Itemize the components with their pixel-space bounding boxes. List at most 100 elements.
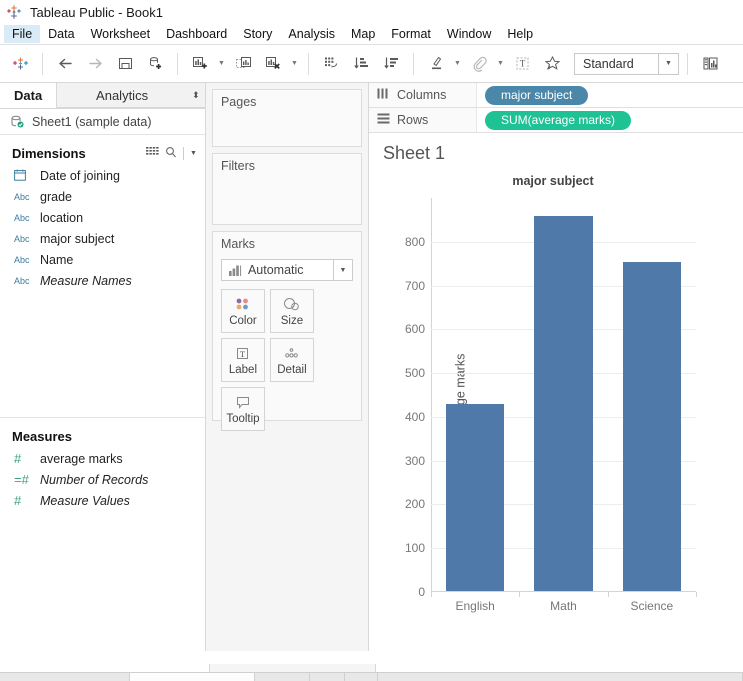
visualization-area[interactable]: Sheet 1 major subject average marks 0100… [369,133,743,651]
bar-mark-icon [222,265,248,276]
field-row-measure-values[interactable]: # Measure Values [0,490,205,511]
field-label: Date of joining [40,169,120,183]
menu-file[interactable]: File [4,25,40,43]
label-icon: T [235,344,250,362]
columns-shelf-content[interactable]: major subject [477,83,743,107]
marks-detail-label: Detail [277,364,306,376]
marks-card: Marks Automatic ▼ [212,231,362,421]
y-tick-label: 700 [405,279,425,293]
menu-data[interactable]: Data [40,25,82,43]
field-row-measure-names[interactable]: Abc Measure Names [0,270,205,291]
field-label: location [40,211,83,225]
window-title: Tableau Public - Book1 [30,5,163,20]
y-tick-label: 200 [405,497,425,511]
menu-story[interactable]: Story [235,25,280,43]
bar-science[interactable] [623,262,681,591]
columns-icon [377,88,390,102]
marks-tooltip-button[interactable]: Tooltip [221,387,265,431]
x-axis-line [431,591,696,592]
field-row-average-marks[interactable]: # average marks [0,448,205,469]
show-me-icon[interactable] [696,50,724,78]
rows-shelf[interactable]: Rows SUM(average marks) [369,108,743,133]
menu-window[interactable]: Window [439,25,499,43]
field-row-grade[interactable]: Abc grade [0,186,205,207]
pill-sum-average-marks[interactable]: SUM(average marks) [485,111,631,130]
cards-column: Pages Filters Marks Automatic ▼ [206,83,369,651]
field-row-name[interactable]: Abc Name [0,249,205,270]
pages-card[interactable]: Pages [212,89,362,147]
menu-format[interactable]: Format [383,25,439,43]
tab-data[interactable]: Data [0,83,56,108]
menu-analysis[interactable]: Analysis [280,25,343,43]
status-bar [0,672,743,681]
show-mark-labels-icon[interactable]: T [508,50,536,78]
duplicate-sheet-icon[interactable] [229,50,257,78]
y-tick-label: 600 [405,322,425,336]
bar-math[interactable] [534,216,592,591]
new-worksheet-caret-icon[interactable]: ▼ [216,50,227,78]
filters-card[interactable]: Filters [212,153,362,225]
undo-icon[interactable] [51,50,79,78]
data-pane-tabs: Data Analytics ⬍ [0,83,205,109]
marks-size-button[interactable]: Size [270,289,314,333]
menu-worksheet[interactable]: Worksheet [83,25,159,43]
mark-type-select[interactable]: Automatic ▼ [221,259,353,281]
menu-help[interactable]: Help [499,25,541,43]
field-row-major-subject[interactable]: Abc major subject [0,228,205,249]
field-row-date-of-joining[interactable]: Date of joining [0,165,205,186]
redo-icon[interactable] [81,50,109,78]
x-tick-label: Science [630,599,673,613]
clear-sheet-icon[interactable] [259,50,287,78]
toolbar-separator [42,53,43,75]
sort-descending-icon[interactable] [377,50,405,78]
field-label: major subject [40,232,114,246]
fit-select[interactable]: Standard ▼ [574,53,679,75]
search-icon[interactable] [165,146,177,161]
x-tick-separator [431,592,432,597]
chevron-down-icon[interactable]: ▼ [658,54,678,74]
grid-view-icon[interactable] [146,146,159,160]
sheet-title: Sheet 1 [383,143,743,170]
swap-rows-columns-icon[interactable] [317,50,345,78]
columns-shelf[interactable]: Columns major subject [369,83,743,108]
data-source-row[interactable]: Sheet1 (sample data) [0,109,205,135]
menu-dashboard[interactable]: Dashboard [158,25,235,43]
group-members-icon[interactable] [465,50,493,78]
chevron-down-icon[interactable]: ▼ [190,150,197,157]
x-tick-separator [608,592,609,597]
window-title-bar: Tableau Public - Book1 [0,0,743,24]
menu-map[interactable]: Map [343,25,383,43]
data-source-icon [10,114,25,129]
marks-detail-button[interactable]: Detail [270,338,314,382]
rows-shelf-content[interactable]: SUM(average marks) [477,108,743,132]
field-label: average marks [40,452,123,466]
fix-axes-icon[interactable] [538,50,566,78]
marks-label-button[interactable]: T Label [221,338,265,382]
chevron-down-icon[interactable]: ▼ [333,260,352,280]
group-members-caret-icon[interactable]: ▼ [495,50,506,78]
abc-icon: Abc [14,234,40,244]
pill-major-subject[interactable]: major subject [485,86,588,105]
highlight-caret-icon[interactable]: ▼ [452,50,463,78]
sort-ascending-icon[interactable] [347,50,375,78]
bar-chart[interactable]: major subject average marks 010020030040… [383,170,743,630]
collapse-pane-icon[interactable]: ⬍ [187,83,205,108]
svg-text:T: T [519,59,525,69]
field-row-location[interactable]: Abc location [0,207,205,228]
clear-sheet-caret-icon[interactable]: ▼ [289,50,300,78]
plot-region[interactable]: average marks 0100200300400500600700800 … [431,198,696,592]
chart-column-title: major subject [383,174,723,188]
rows-label: Rows [397,113,428,127]
tableau-home-icon[interactable] [6,50,34,78]
highlight-icon[interactable] [422,50,450,78]
new-data-source-icon[interactable] [141,50,169,78]
field-row-number-of-records[interactable]: =# Number of Records [0,469,205,490]
tab-analytics[interactable]: Analytics [56,83,187,108]
bar-english[interactable] [446,404,504,591]
marks-card-title: Marks [213,232,361,253]
save-icon[interactable] [111,50,139,78]
marks-color-button[interactable]: Color [221,289,265,333]
field-label: Measure Names [40,274,132,288]
new-worksheet-icon[interactable] [186,50,214,78]
toolbar-separator [687,53,688,75]
